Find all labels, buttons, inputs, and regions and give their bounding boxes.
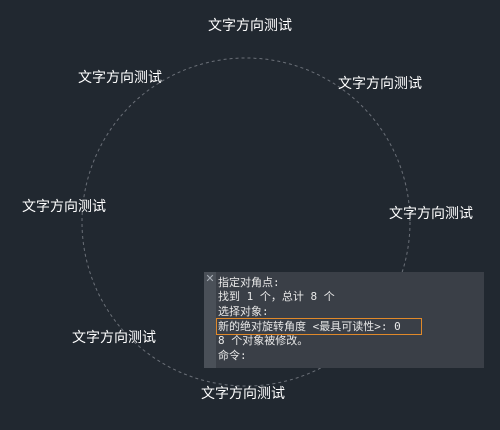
command-line-3: 选择对象: [218, 305, 269, 318]
command-line-2: 找到 1 个，总计 8 个 [218, 290, 335, 303]
command-prompt[interactable]: 命令: [218, 349, 247, 362]
drawing-canvas[interactable]: 文字方向测试 文字方向测试 文字方向测试 文字方向测试 文字方向测试 文字方向测… [0, 0, 500, 430]
text-object-bottom-left[interactable]: 文字方向测试 [72, 330, 156, 346]
highlight-box [216, 318, 422, 335]
text-object-right[interactable]: 文字方向测试 [389, 206, 473, 222]
command-line-1: 指定对角点: [218, 276, 280, 289]
text-object-top-right[interactable]: 文字方向测试 [338, 76, 422, 92]
text-object-top-left[interactable]: 文字方向测试 [78, 70, 162, 86]
text-object-top[interactable]: 文字方向测试 [208, 18, 292, 34]
command-panel-handle[interactable]: ✕ [204, 272, 216, 368]
text-object-left[interactable]: 文字方向测试 [22, 199, 106, 215]
text-object-bottom[interactable]: 文字方向测试 [201, 386, 285, 402]
command-history-panel: ✕ 指定对角点: 找到 1 个，总计 8 个 选择对象: 新的绝对旋转角度 <最… [204, 272, 484, 368]
command-line-5: 8 个对象被修改。 [218, 334, 309, 347]
close-icon[interactable]: ✕ [204, 273, 216, 285]
